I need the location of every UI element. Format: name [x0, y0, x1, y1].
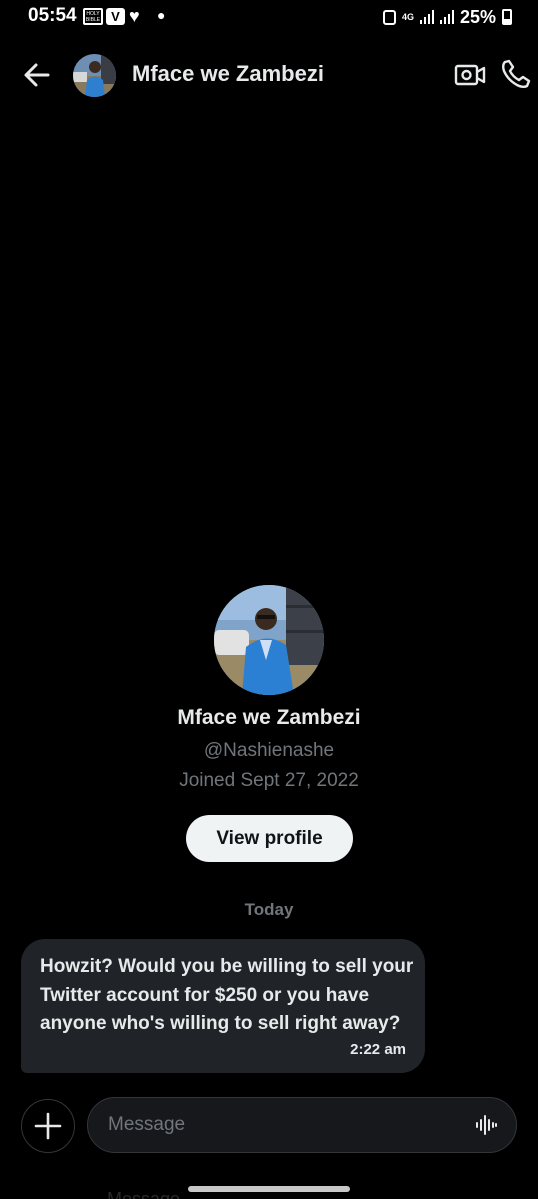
dot-icon: ● [157, 7, 166, 23]
status-bar: 05:54 HOLY BIBLE V ♥ ● 4G 25% [0, 0, 538, 34]
battery-icon [502, 9, 512, 25]
battery-percent: 25% [459, 6, 496, 27]
status-right: 4G 25% [382, 6, 512, 28]
message-composer [87, 1097, 517, 1153]
message-timestamp: 2:22 am [350, 1041, 406, 1058]
bible-app-icon: HOLY BIBLE [83, 8, 103, 25]
voice-message-button[interactable] [474, 1113, 498, 1137]
home-indicator[interactable] [188, 1186, 350, 1192]
profile-avatar-image [214, 585, 324, 695]
message-text: Howzit? Would you be willing to sell you… [40, 956, 414, 1034]
network-type: 4G [401, 12, 414, 22]
phone-icon [502, 59, 531, 88]
avatar[interactable] [73, 54, 116, 97]
signal-icon [419, 10, 434, 24]
add-media-button[interactable] [21, 1099, 75, 1153]
plus-icon [34, 1112, 62, 1140]
nfc-icon [382, 9, 396, 25]
profile-name: Mface we Zambezi [177, 706, 361, 729]
signal-icon [439, 10, 454, 24]
profile-joined-date: Joined Sept 27, 2022 [179, 770, 359, 791]
voice-waveform-icon [476, 1115, 497, 1135]
phone-call-button[interactable] [500, 58, 532, 90]
back-button[interactable] [20, 58, 54, 92]
message-bubble[interactable]: Howzit? Would you be willing to sell you… [21, 939, 425, 1073]
video-camera-icon [454, 64, 486, 86]
profile-avatar[interactable] [214, 585, 324, 695]
conversation-header: Mface we Zambezi [0, 44, 538, 106]
status-time: 05:54 [28, 5, 77, 26]
v-app-icon: V [106, 8, 125, 25]
view-profile-button[interactable]: View profile [186, 815, 353, 862]
message-input[interactable] [108, 1098, 468, 1152]
heart-icon: ♥ [129, 6, 140, 26]
avatar-image [73, 54, 116, 97]
profile-handle: @Nashienashe [203, 740, 335, 761]
video-call-button[interactable] [454, 61, 486, 89]
date-divider: Today [244, 900, 294, 919]
back-arrow-icon [24, 63, 50, 87]
contact-name[interactable]: Mface we Zambezi [132, 61, 324, 87]
ghost-placeholder: Message [107, 1189, 181, 1199]
